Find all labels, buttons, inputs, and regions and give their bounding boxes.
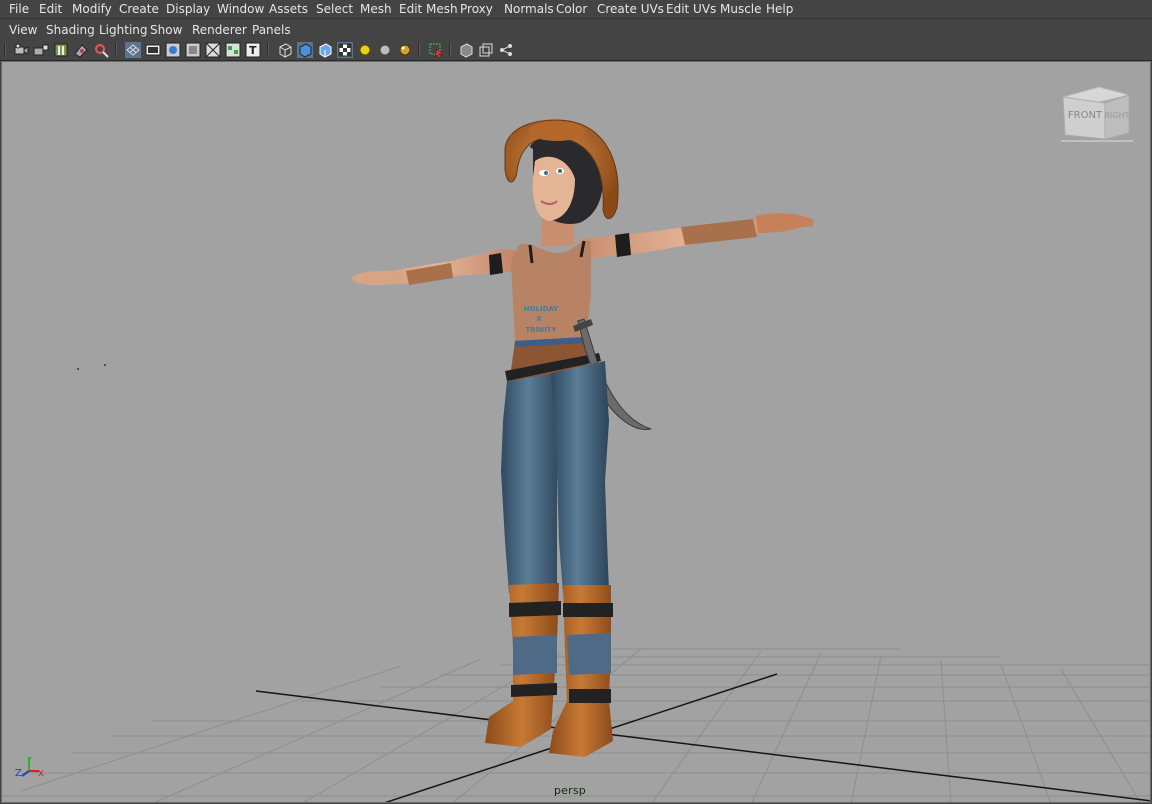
left-hand (351, 271, 401, 286)
menu-create[interactable]: Create (119, 2, 159, 16)
panel-menu-lighting[interactable]: Lighting (99, 23, 148, 37)
menu-mesh[interactable]: Mesh (360, 2, 392, 16)
menu-window[interactable]: Window (217, 2, 264, 16)
menu-edit[interactable]: Edit (39, 2, 62, 16)
viewport-scene[interactable]: HOLIDAY X TRINITY FRONT RIGHT Y Z x (2, 62, 1151, 803)
menu-edit-mesh[interactable]: Edit Mesh (399, 2, 458, 16)
xray-joints-icon[interactable] (478, 42, 494, 58)
menu-assets[interactable]: Assets (269, 2, 308, 16)
high-quality-icon[interactable] (397, 42, 413, 58)
gate-mask-icon[interactable] (185, 42, 201, 58)
menu-select[interactable]: Select (316, 2, 353, 16)
scene-point (104, 364, 106, 366)
shirt-print-line1: HOLIDAY (524, 305, 559, 313)
toolbar-separator (449, 43, 451, 57)
select-camera-icon[interactable] (13, 42, 29, 58)
view-cube[interactable]: FRONT RIGHT (1061, 86, 1133, 142)
right-armband (615, 233, 631, 257)
main-menu-bar: File Edit Modify Create Display Window A… (0, 0, 1152, 19)
film-gate-icon[interactable] (145, 42, 161, 58)
toolbar-separator (418, 43, 420, 57)
panel-menu-bar: View Shading Lighting Show Renderer Pane… (0, 19, 1152, 40)
panel-menu-shading[interactable]: Shading (46, 23, 95, 37)
toolbar-separator (267, 43, 269, 57)
character-model[interactable]: HOLIDAY X TRINITY (351, 119, 814, 757)
use-all-lights-icon[interactable] (357, 42, 373, 58)
right-leg (551, 361, 609, 593)
left-iris (544, 171, 548, 175)
menu-create-uvs[interactable]: Create UVs (597, 2, 664, 16)
menu-edit-uvs[interactable]: Edit UVs (666, 2, 716, 16)
strap-left (528, 244, 534, 264)
2d-pan-zoom-icon[interactable] (93, 42, 109, 58)
bookmark-icon[interactable] (53, 42, 69, 58)
textured-icon[interactable] (337, 42, 353, 58)
wireframe-on-shaded-icon[interactable] (317, 42, 333, 58)
left-armband (489, 253, 503, 275)
hat-crown (529, 121, 585, 141)
menu-proxy[interactable]: Proxy (460, 2, 493, 16)
menu-modify[interactable]: Modify (72, 2, 112, 16)
camera-attributes-icon[interactable] (33, 42, 49, 58)
axis-y-label: Y (26, 756, 33, 766)
grid-icon[interactable] (125, 42, 141, 58)
menu-normals[interactable]: Normals (504, 2, 554, 16)
safe-title-icon[interactable]: T (245, 42, 261, 58)
panel-menu-renderer[interactable]: Renderer (192, 23, 247, 37)
smooth-shade-icon[interactable] (297, 42, 313, 58)
right-boot-strap-bottom (569, 689, 611, 703)
shadows-icon[interactable] (377, 42, 393, 58)
svg-text:T: T (249, 44, 257, 57)
xray-active-icon[interactable] (498, 42, 514, 58)
shirt-print-line2: X (536, 315, 542, 323)
view-cube-front-label: FRONT (1068, 110, 1103, 121)
left-leg (501, 373, 561, 593)
isolate-select-icon[interactable] (428, 42, 444, 59)
toolbar-separator (4, 43, 6, 57)
camera-name-label: persp (554, 784, 586, 797)
resolution-gate-icon[interactable] (165, 42, 181, 58)
axis-z-label: Z (15, 768, 22, 779)
right-iris (558, 169, 562, 173)
left-boot-strap-top (509, 601, 561, 617)
shirt-print-line3: TRINITY (525, 326, 557, 334)
panel-menu-show[interactable]: Show (150, 23, 182, 37)
right-boot-strap-top (563, 603, 613, 617)
wireframe-icon[interactable] (277, 42, 293, 58)
right-glove (681, 219, 757, 245)
image-plane-icon[interactable] (73, 42, 89, 58)
perspective-viewport[interactable]: HOLIDAY X TRINITY FRONT RIGHT Y Z x (1, 61, 1151, 803)
axis-gizmo: Y Z x (15, 756, 44, 779)
menu-display[interactable]: Display (166, 2, 210, 16)
menu-file[interactable]: File (9, 2, 29, 16)
safe-action-icon[interactable] (225, 42, 241, 58)
menu-color[interactable]: Color (556, 2, 587, 16)
menu-muscle[interactable]: Muscle (720, 2, 762, 16)
view-cube-right-label: RIGHT (1104, 111, 1129, 120)
menu-help[interactable]: Help (766, 2, 793, 16)
left-boot-strap-bottom (511, 683, 557, 697)
right-leg-warmer (567, 633, 611, 675)
grid-axis-lines (255, 673, 1150, 802)
panel-menu-panels[interactable]: Panels (252, 23, 291, 37)
axis-x-label: x (38, 768, 44, 779)
right-hand (756, 213, 814, 233)
toolbar-separator (115, 43, 117, 57)
field-chart-icon[interactable] (205, 42, 221, 58)
left-leg-warmer (513, 635, 557, 675)
panel-toolbar: T (0, 40, 1152, 61)
xray-icon[interactable] (458, 42, 474, 58)
scene-point (77, 368, 79, 370)
panel-menu-view[interactable]: View (9, 23, 37, 37)
